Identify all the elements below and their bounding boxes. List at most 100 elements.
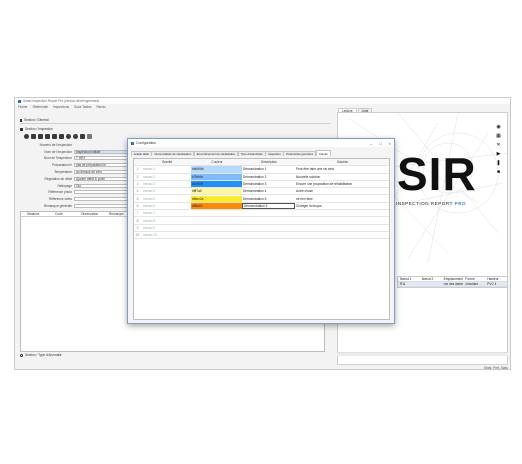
trash-icon[interactable]: [87, 134, 92, 139]
table-row[interactable]: 9 niveau 9: [134, 225, 389, 232]
menu-rendu[interactable]: Rendu: [96, 105, 105, 109]
couleur-cell[interactable]: #1e90ff: [191, 180, 242, 188]
reference-video-input[interactable]: [74, 197, 132, 202]
menu-inspections[interactable]: Inspections: [53, 105, 69, 109]
temperature-select[interactable]: au dessus de zéro: [74, 170, 132, 175]
couleur-cell[interactable]: [191, 232, 242, 238]
photo-icon[interactable]: [45, 134, 50, 139]
menu-referentiel[interactable]: Référentiel: [33, 105, 48, 109]
description-cell[interactable]: Démonstration 2: [242, 175, 295, 179]
target-icon[interactable]: [73, 134, 78, 139]
gravite-level[interactable]: niveau 6: [141, 204, 191, 208]
col-emplacement[interactable]: Emplacement: [442, 277, 464, 281]
table-row[interactable]: 3 niveau 3 #1e90ff Démonstration 3 Encore un…: [134, 180, 389, 189]
export-icon[interactable]: [80, 134, 85, 139]
nom-inspecteur-input[interactable]: T HEX: [74, 156, 132, 161]
play-icon[interactable]: ▶: [496, 152, 501, 157]
table-row[interactable]: 5 niveau 5 #fbec2a Démonstration 5 ne rien f…: [134, 195, 389, 203]
col-couleur[interactable]: Couleur: [191, 159, 242, 165]
settings-icon[interactable]: [66, 134, 71, 139]
tab-nomenclature[interactable]: Nomenclature de canalisation: [151, 151, 195, 156]
stop-icon[interactable]: ■: [496, 170, 501, 175]
gravite-level[interactable]: niveau 10: [141, 233, 191, 237]
description-cell[interactable]: Démonstration 4: [242, 189, 295, 193]
row-number: 9: [136, 225, 139, 230]
solution-cell[interactable]: Nouvelle solution: [295, 175, 389, 179]
gravite-level[interactable]: niveau 7: [141, 211, 191, 215]
description-cell[interactable]: Démonstration 3: [242, 182, 295, 186]
tab-parametres[interactable]: Paramètres généraux: [283, 151, 317, 156]
table-row[interactable]: 2 niveau 2 #7fbbfa Démonstration 2 Nouvelle …: [134, 173, 389, 181]
solution-cell[interactable]: Changer la fonçon: [295, 204, 389, 208]
table-row[interactable]: 7 niveau 7: [134, 210, 389, 218]
camera-icon[interactable]: [38, 134, 43, 139]
col-code[interactable]: Code: [49, 212, 75, 216]
nom-inspection-input[interactable]: Inspection initiale: [74, 150, 132, 155]
table-row[interactable]: 1 niveau 1 #b6d9fd Démonstration 1 Peut être…: [134, 166, 389, 174]
grid-icon[interactable]: ▦: [496, 134, 501, 139]
couleur-cell[interactable]: [191, 225, 242, 231]
col-solution[interactable]: Solution: [295, 160, 389, 164]
horizontal-scrollbar[interactable]: [337, 352, 508, 356]
cut-icon[interactable]: ✕: [496, 143, 501, 148]
table-row[interactable]: 10 niveau 10: [134, 232, 389, 240]
couleur-cell[interactable]: #7fbbfa: [191, 173, 242, 180]
col-noeud1[interactable]: Nœud 1: [398, 277, 420, 281]
field-label: Préparation le: [52, 163, 72, 168]
solution-cell[interactable]: Autre chose: [295, 189, 389, 193]
menu-fichier[interactable]: Fichier: [18, 105, 28, 109]
gravite-level[interactable]: niveau 2: [141, 175, 191, 179]
couleur-cell[interactable]: [191, 210, 242, 216]
preparation-select[interactable]: pas de préparation le: [74, 163, 132, 168]
gravite-level[interactable]: niveau 8: [141, 219, 191, 223]
maximize-icon[interactable]: □: [379, 141, 381, 146]
col-observation[interactable]: Observation: [75, 212, 103, 216]
new-icon[interactable]: [24, 134, 29, 139]
table-row[interactable]: 8 niveau 8: [134, 217, 389, 225]
gravite-level[interactable]: niveau 4: [141, 189, 191, 193]
table-row[interactable]: R11 rue des dames circulaire PVC 4: [398, 282, 507, 287]
col-forme[interactable]: Forme: [463, 277, 485, 281]
couleur-cell[interactable]: #fbec2a: [191, 195, 242, 202]
tab-inspection[interactable]: Inspection: [265, 151, 284, 156]
tab-etancheite[interactable]: Type d'étanchéité: [237, 151, 266, 156]
col-gravite[interactable]: Gravité: [141, 160, 191, 164]
tab-gravite[interactable]: Gravité: [315, 150, 331, 156]
gravite-level[interactable]: niveau 5: [141, 197, 191, 201]
col-description[interactable]: Description: [242, 160, 295, 164]
col-noeud2[interactable]: Nœud 2: [420, 277, 442, 281]
description-cell[interactable]: Démonstration 1: [242, 167, 295, 171]
regulation-debit-select[interactable]: Ajouter débit & profil: [74, 177, 132, 182]
couleur-cell[interactable]: #ff8a00: [191, 202, 242, 210]
tab-entete-table[interactable]: Entête table: [131, 151, 152, 156]
document-icon[interactable]: [52, 134, 57, 139]
solution-cell[interactable]: Encore une proposition de réhabilitation: [295, 182, 389, 186]
pause-icon[interactable]: ❚: [496, 161, 501, 166]
minimize-icon[interactable]: –: [370, 141, 372, 146]
section-inspection-header[interactable]: Section / Inspection: [20, 126, 53, 132]
table-row[interactable]: 4 niveau 4 #fff7a0 Démonstration 4 Autre cho…: [134, 188, 389, 196]
description-cell[interactable]: Démonstration 5: [242, 197, 295, 201]
table-icon[interactable]: [59, 134, 64, 139]
col-distance[interactable]: Distance: [21, 212, 49, 216]
gravite-level[interactable]: niveau 9: [141, 226, 191, 230]
menu-sous-tables[interactable]: Sous Tables: [74, 105, 91, 109]
section-type-anomalie-header[interactable]: Section / Type d'Anomalie: [20, 353, 62, 357]
gravite-level[interactable]: niveau 1: [141, 167, 191, 171]
open-icon[interactable]: [31, 134, 36, 139]
solution-cell[interactable]: ne rien faire: [295, 197, 389, 201]
col-hauteur[interactable]: Hauteur: [485, 277, 507, 281]
remarque-generale-input[interactable]: [74, 204, 132, 209]
zoom-icon[interactable]: ◉: [496, 125, 501, 130]
gravite-level[interactable]: niveau 3: [141, 182, 191, 186]
nettoyage-select[interactable]: Oui: [74, 184, 132, 189]
tab-encombrement[interactable]: Encombrement de canalisation: [193, 151, 239, 156]
description-cell[interactable]: Démonstration 6: [242, 202, 295, 210]
close-icon[interactable]: ×: [389, 141, 391, 146]
reference-photo-input[interactable]: [74, 190, 132, 195]
couleur-cell[interactable]: [191, 217, 242, 223]
couleur-cell[interactable]: #b6d9fd: [191, 166, 242, 173]
couleur-cell[interactable]: #fff7a0: [191, 188, 242, 195]
table-row[interactable]: 6 niveau 6 #ff8a00 Démonstration 6 Changer l…: [134, 202, 389, 211]
solution-cell[interactable]: Peut être faire une vis cela: [295, 167, 389, 171]
